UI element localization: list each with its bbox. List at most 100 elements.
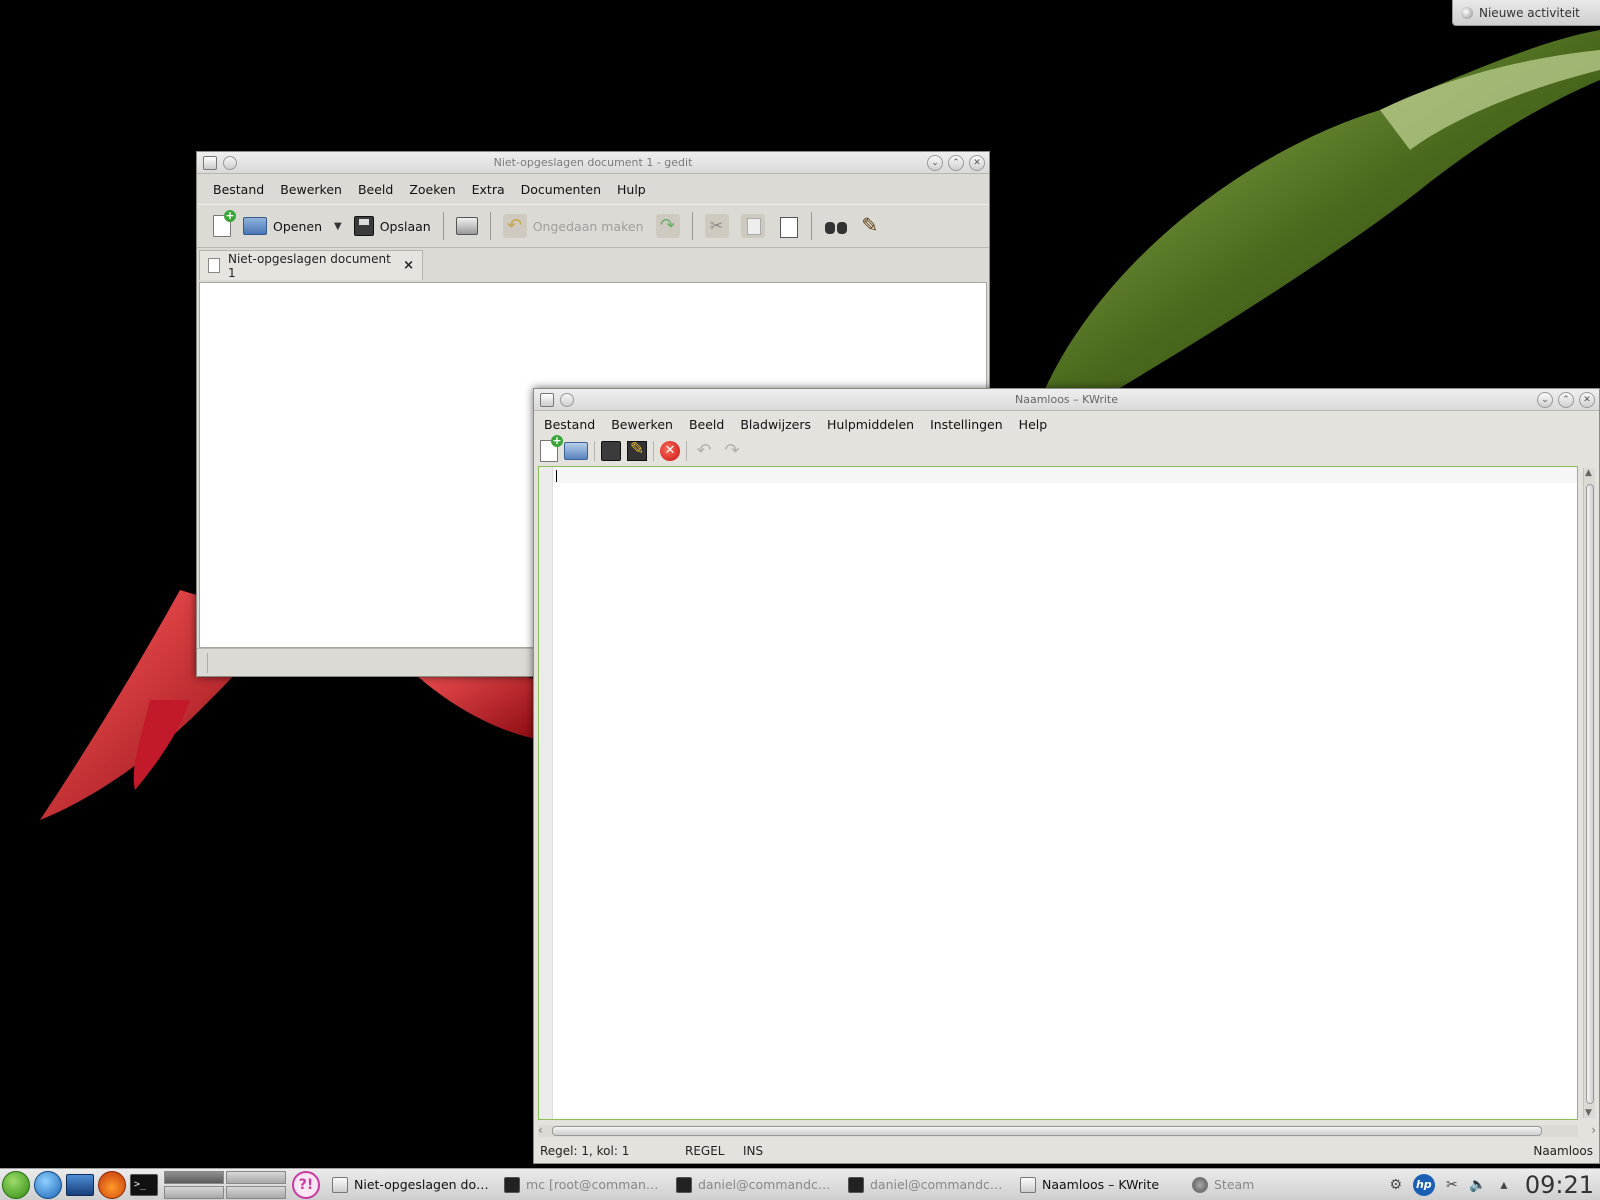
tab-unsaved-document[interactable]: Niet-opgeslagen document 1 × xyxy=(199,250,423,280)
virtual-desktop-pager[interactable] xyxy=(164,1170,286,1199)
task-terminal-2[interactable]: daniel@commandchair xyxy=(842,1169,1014,1200)
keep-on-all-desktops-icon[interactable] xyxy=(223,156,237,170)
cursor-position: Regel: 1, kol: 1 xyxy=(540,1144,630,1158)
terminal-launcher-icon[interactable]: >_ xyxy=(130,1173,158,1196)
insert-mode[interactable]: INS xyxy=(743,1144,1533,1158)
maximize-button[interactable]: ⌃ xyxy=(1558,392,1574,408)
menu-help[interactable]: Help xyxy=(1011,417,1056,432)
menu-bladwijzers[interactable]: Bladwijzers xyxy=(732,417,819,432)
save-button[interactable]: Opslaan xyxy=(348,209,437,243)
task-gedit[interactable]: Niet-opgeslagen docum xyxy=(326,1169,498,1200)
save-icon xyxy=(353,216,374,236)
vertical-scroll-thumb[interactable] xyxy=(1586,484,1594,1104)
task-steam[interactable]: Steam xyxy=(1186,1169,1276,1200)
task-label: daniel@commandchair xyxy=(870,1177,1008,1192)
scroll-up-icon[interactable]: ▲ xyxy=(1585,468,1592,478)
taskbar: >_ ?! Niet-opgeslagen docum mc [root@com… xyxy=(0,1168,1600,1200)
new-activity-button[interactable]: Nieuwe activiteit xyxy=(1452,0,1600,26)
find-button[interactable] xyxy=(818,209,854,243)
folder-open-icon[interactable] xyxy=(564,442,588,460)
desktop-2[interactable] xyxy=(226,1170,286,1184)
clipboard-icon xyxy=(777,215,799,238)
menu-bestand[interactable]: Bestand xyxy=(536,417,603,432)
close-window-button[interactable]: ✕ xyxy=(969,155,985,171)
menu-hulpmiddelen[interactable]: Hulpmiddelen xyxy=(819,417,922,432)
menu-bestand[interactable]: Bestand xyxy=(205,182,272,197)
pidgin-icon[interactable]: ?! xyxy=(292,1170,320,1199)
copy-button[interactable] xyxy=(735,209,771,243)
chevron-down-icon: ▼ xyxy=(334,220,342,232)
scroll-right-icon[interactable]: › xyxy=(1591,1123,1596,1137)
open-button[interactable]: Openen xyxy=(237,209,328,243)
open-label: Openen xyxy=(273,218,322,234)
toolbar-separator xyxy=(489,212,491,240)
new-document-icon[interactable]: + xyxy=(540,435,563,462)
scroll-down-icon[interactable]: ▼ xyxy=(1585,1108,1592,1118)
print-button[interactable] xyxy=(450,209,484,243)
minimize-button[interactable]: ⌄ xyxy=(927,155,943,171)
horizontal-scrollbar[interactable]: ‹ › xyxy=(538,1123,1596,1137)
terminal-icon xyxy=(848,1176,864,1193)
clock[interactable]: 09:21 xyxy=(1521,1171,1594,1199)
close-document-icon[interactable]: ✕ xyxy=(660,441,680,461)
desktop-3[interactable] xyxy=(164,1185,224,1199)
kwrite-titlebar[interactable]: Naamloos – KWrite ⌄ ⌃ ✕ xyxy=(534,389,1599,411)
menu-beeld[interactable]: Beeld xyxy=(350,182,401,197)
klipper-clipboard-icon[interactable]: ✂ xyxy=(1443,1176,1461,1194)
maximize-button[interactable]: ⌃ xyxy=(948,155,964,171)
redo-button[interactable]: ↷ xyxy=(650,209,686,243)
terminal-icon xyxy=(504,1176,520,1193)
show-desktop-icon[interactable] xyxy=(66,1173,94,1196)
volume-icon[interactable]: 🔈 xyxy=(1469,1176,1487,1194)
task-kwrite[interactable]: Naamloos – KWrite xyxy=(1014,1169,1186,1200)
save-icon[interactable] xyxy=(601,441,621,461)
minimize-button[interactable]: ⌄ xyxy=(1537,392,1553,408)
menu-bewerken[interactable]: Bewerken xyxy=(603,417,681,432)
vertical-scrollbar[interactable]: ▲ ▼ xyxy=(1583,468,1595,1118)
undo-button[interactable]: ↶ Ongedaan maken xyxy=(497,209,650,243)
firefox-icon[interactable] xyxy=(98,1170,126,1199)
save-as-icon[interactable] xyxy=(627,439,647,461)
paste-button[interactable] xyxy=(771,209,805,243)
cut-button[interactable]: ✂ xyxy=(699,209,735,243)
replace-button[interactable] xyxy=(854,209,888,243)
web-browser-globe-icon[interactable] xyxy=(34,1170,62,1199)
menu-bewerken[interactable]: Bewerken xyxy=(272,182,350,197)
selection-mode[interactable]: REGEL xyxy=(685,1144,743,1158)
window-menu-icon[interactable] xyxy=(540,393,554,407)
undo-icon: ↶ xyxy=(502,214,527,238)
menu-beeld[interactable]: Beeld xyxy=(681,417,732,432)
settings-gear-icon[interactable]: ⚙ xyxy=(1387,1176,1405,1194)
toolbar-separator xyxy=(691,212,693,240)
desktop-1[interactable] xyxy=(164,1170,224,1184)
close-window-button[interactable]: ✕ xyxy=(1579,392,1595,408)
gedit-titlebar[interactable]: Niet-opgeslagen document 1 - gedit ⌄ ⌃ ✕ xyxy=(197,152,989,174)
menu-documenten[interactable]: Documenten xyxy=(513,182,609,197)
kwrite-text-area[interactable] xyxy=(538,466,1578,1120)
hp-printer-icon[interactable]: hp xyxy=(1412,1173,1435,1196)
toolbar-separator xyxy=(442,212,444,240)
application-launcher-icon[interactable] xyxy=(2,1170,30,1199)
task-terminal-1[interactable]: daniel@commandchair xyxy=(670,1169,842,1200)
keep-on-all-desktops-icon[interactable] xyxy=(560,393,574,407)
tray-expand-icon[interactable]: ▴ xyxy=(1495,1176,1513,1194)
recent-files-dropdown[interactable]: ▼ xyxy=(328,209,348,243)
menu-hulp[interactable]: Hulp xyxy=(609,182,654,197)
gedit-window-title: Niet-opgeslagen document 1 - gedit xyxy=(493,156,693,169)
redo-icon[interactable]: ↷ xyxy=(721,440,743,462)
menu-extra[interactable]: Extra xyxy=(464,182,513,197)
kwrite-window[interactable]: Naamloos – KWrite ⌄ ⌃ ✕ Bestand Bewerken… xyxy=(533,388,1600,1164)
task-label: daniel@commandchair xyxy=(698,1177,836,1192)
close-tab-icon[interactable]: × xyxy=(403,258,414,273)
menu-instellingen[interactable]: Instellingen xyxy=(922,417,1011,432)
activity-icon xyxy=(1461,6,1473,19)
task-mc-terminal[interactable]: mc [root@commandchai xyxy=(498,1169,670,1200)
kwrite-menubar: Bestand Bewerken Beeld Bladwijzers Hulpm… xyxy=(534,411,1599,437)
new-document-button[interactable]: + xyxy=(207,209,237,243)
desktop-4[interactable] xyxy=(226,1185,286,1199)
scroll-left-icon[interactable]: ‹ xyxy=(538,1123,543,1137)
menu-zoeken[interactable]: Zoeken xyxy=(401,182,463,197)
undo-icon[interactable]: ↶ xyxy=(693,440,715,462)
horizontal-scroll-thumb[interactable] xyxy=(552,1126,1542,1136)
window-menu-icon[interactable] xyxy=(203,156,217,170)
